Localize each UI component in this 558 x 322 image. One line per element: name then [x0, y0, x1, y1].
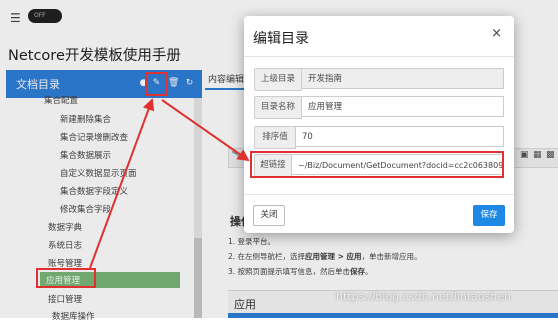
edit-directory-modal: 编辑目录 × 上级目录 开发指南 目录名称 应用管理 排序值 70 超链接 ~/… — [244, 16, 514, 233]
close-icon[interactable]: × — [491, 26, 502, 41]
modal-title: 编辑目录 — [253, 31, 309, 47]
close-button[interactable]: 关闭 — [253, 205, 285, 226]
watermark: https://blog.csdn.net/lintaoshen — [336, 290, 511, 303]
divider — [244, 194, 514, 195]
active-item-highlight — [36, 268, 96, 288]
directory-name-label: 目录名称 — [254, 96, 302, 119]
sort-order-label: 排序值 — [254, 126, 296, 149]
sort-order-field[interactable]: 70 — [296, 126, 504, 147]
edit-icon-highlight — [145, 72, 167, 96]
directory-name-field[interactable]: 应用管理 — [302, 96, 504, 117]
save-button[interactable]: 保存 — [473, 205, 505, 226]
divider — [244, 56, 514, 57]
parent-directory-field: 开发指南 — [302, 68, 504, 89]
hyperlink-highlight — [250, 151, 504, 178]
parent-directory-label: 上级目录 — [254, 68, 302, 91]
